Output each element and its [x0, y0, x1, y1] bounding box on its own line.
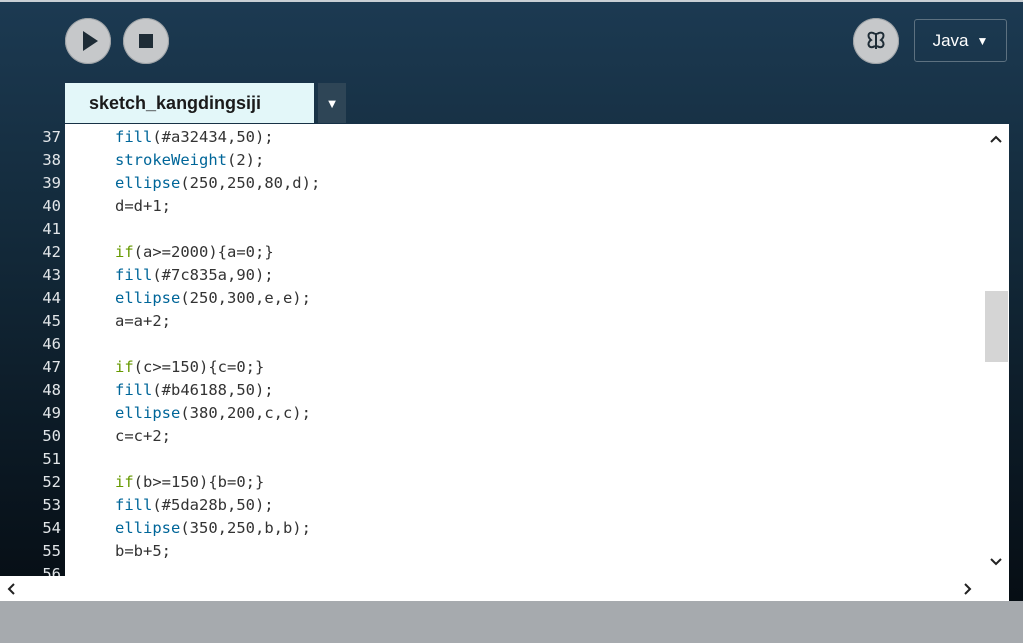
- function-token: fill: [115, 381, 153, 399]
- code-token: d=d+1;: [115, 197, 171, 215]
- function-token: ellipse: [115, 174, 181, 192]
- line-number: 41: [42, 220, 61, 238]
- function-token: ellipse: [115, 519, 181, 537]
- code-editor[interactable]: fill(#a32434,50); strokeWeight(2); ellipse…: [65, 124, 984, 576]
- function-token: ellipse: [115, 289, 181, 307]
- keyword-token: if: [115, 243, 134, 261]
- chevron-down-icon: ▼: [976, 33, 989, 48]
- code-line[interactable]: a=a+2;: [115, 310, 171, 333]
- code-line[interactable]: ellipse(380,200,c,c);: [115, 402, 311, 425]
- play-icon: [83, 31, 98, 51]
- function-token: fill: [115, 266, 153, 284]
- status-bar: [0, 601, 1023, 643]
- code-line[interactable]: fill(#a32434,50);: [115, 126, 274, 149]
- stop-button[interactable]: [123, 18, 169, 64]
- code-line[interactable]: fill(#5da28b,50);: [115, 494, 274, 517]
- code-line[interactable]: if(a>=2000){a=0;}: [115, 241, 274, 264]
- line-number: 48: [42, 381, 61, 399]
- code-token: b=b+5;: [115, 542, 171, 560]
- code-token: (#a32434,50);: [152, 128, 274, 146]
- code-line[interactable]: fill(#b46188,50);: [115, 379, 274, 402]
- code-line[interactable]: fill(#7c835a,90);: [115, 264, 274, 287]
- code-token: (#7c835a,90);: [152, 266, 274, 284]
- line-number: 55: [42, 542, 61, 560]
- line-number: 49: [42, 404, 61, 422]
- code-token: (2);: [226, 151, 265, 169]
- line-number: 44: [42, 289, 61, 307]
- debugger-button[interactable]: [853, 18, 899, 64]
- run-button[interactable]: [65, 18, 111, 64]
- code-token: (#b46188,50);: [152, 381, 274, 399]
- keyword-token: if: [115, 473, 134, 491]
- mode-selector[interactable]: Java ▼: [914, 19, 1007, 62]
- code-token: (c>=150){c=0;}: [133, 358, 265, 376]
- chevron-down-icon: ▼: [325, 95, 339, 111]
- code-token: (380,200,c,c);: [180, 404, 311, 422]
- line-number: 40: [42, 197, 61, 215]
- line-number: 42: [42, 243, 61, 261]
- line-number: 56: [42, 565, 61, 576]
- mode-label: Java: [932, 30, 969, 50]
- code-line[interactable]: if(b>=150){b=0;}: [115, 471, 264, 494]
- line-number: 37: [42, 128, 61, 146]
- code-token: (250,300,e,e);: [180, 289, 311, 307]
- line-number: 52: [42, 473, 61, 491]
- code-line[interactable]: strokeWeight(2);: [115, 149, 264, 172]
- horizontal-scrollbar[interactable]: [0, 576, 1009, 601]
- line-number: 54: [42, 519, 61, 537]
- function-token: ellipse: [115, 404, 181, 422]
- line-number: 39: [42, 174, 61, 192]
- line-number: 51: [42, 450, 61, 468]
- window-top-border: [0, 0, 1023, 2]
- function-token: strokeWeight: [115, 151, 227, 169]
- tab-sketch[interactable]: sketch_kangdingsiji: [65, 83, 314, 123]
- scroll-down-icon[interactable]: [989, 557, 1003, 567]
- code-token: a=a+2;: [115, 312, 171, 330]
- function-token: fill: [115, 128, 153, 146]
- code-token: (250,250,80,d);: [180, 174, 321, 192]
- line-number-gutter: 37 38 39 40 41 42 43 44 45 46 47 48 49 50 51 52 53 54 55 56: [0, 124, 65, 576]
- code-line[interactable]: ellipse(350,250,b,b);: [115, 517, 311, 540]
- line-number: 47: [42, 358, 61, 376]
- tab-menu-button[interactable]: ▼: [318, 83, 346, 123]
- scroll-up-icon[interactable]: [989, 134, 1003, 144]
- butterfly-icon: [867, 31, 885, 49]
- code-token: c=c+2;: [115, 427, 171, 445]
- code-line[interactable]: d=d+1;: [115, 195, 171, 218]
- line-number: 46: [42, 335, 61, 353]
- line-number: 38: [42, 151, 61, 169]
- code-token: (b>=150){b=0;}: [133, 473, 265, 491]
- line-number: 45: [42, 312, 61, 330]
- code-token: (a>=2000){a=0;}: [133, 243, 274, 261]
- code-line[interactable]: b=b+5;: [115, 540, 171, 563]
- stop-icon: [139, 34, 153, 48]
- code-token: (#5da28b,50);: [152, 496, 274, 514]
- line-number: 50: [42, 427, 61, 445]
- code-line[interactable]: c=c+2;: [115, 425, 171, 448]
- tab-label: sketch_kangdingsiji: [89, 92, 262, 113]
- code-line[interactable]: if(c>=150){c=0;}: [115, 356, 264, 379]
- scroll-right-icon[interactable]: [963, 582, 973, 596]
- function-token: fill: [115, 496, 153, 514]
- vertical-scrollbar[interactable]: [984, 124, 1009, 576]
- code-line[interactable]: ellipse(250,300,e,e);: [115, 287, 311, 310]
- code-line[interactable]: ellipse(250,250,80,d);: [115, 172, 320, 195]
- code-token: (350,250,b,b);: [180, 519, 311, 537]
- line-number: 43: [42, 266, 61, 284]
- keyword-token: if: [115, 358, 134, 376]
- scroll-left-icon[interactable]: [6, 582, 16, 596]
- vertical-scroll-thumb[interactable]: [985, 291, 1008, 362]
- line-number: 53: [42, 496, 61, 514]
